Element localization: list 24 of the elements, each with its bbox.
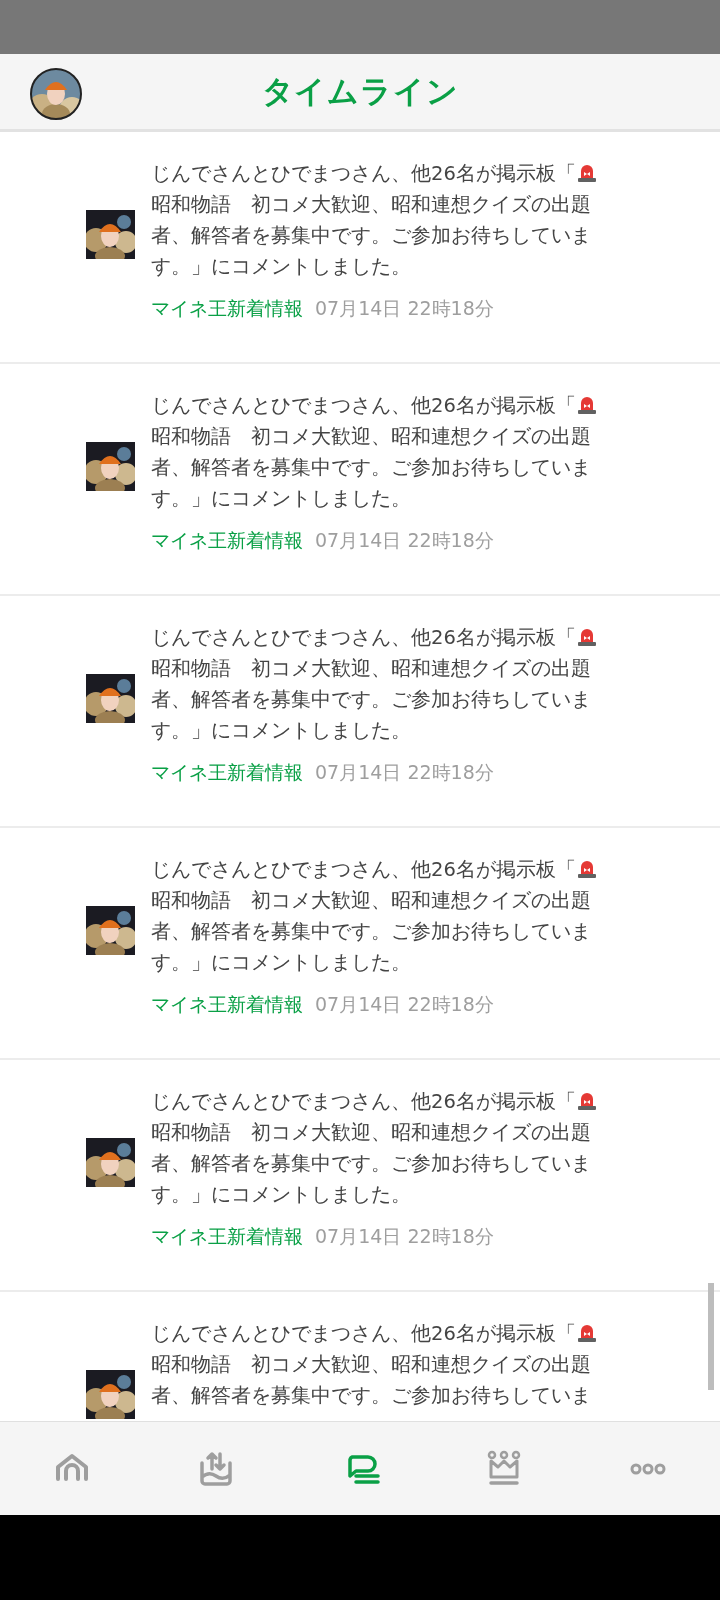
- timestamp: 07月14日 22時18分: [315, 528, 494, 553]
- timestamp: 07月14日 22時18分: [315, 296, 494, 321]
- post-text: 昭和物語 初コメ大歓迎、昭和連想クイズの出題者、解答者を募集中です。ご参加お待ちしていま: [151, 1353, 591, 1407]
- source-link[interactable]: マイネ王新着情報: [151, 990, 303, 1019]
- scrollbar[interactable]: [708, 1283, 714, 1390]
- post-text: 昭和物語 初コメ大歓迎、昭和連想クイズの出題者、解答者を募集中です。ご参加お待ちしています。」にコメントしました。: [151, 657, 591, 742]
- source-link[interactable]: マイネ王新着情報: [151, 1222, 303, 1251]
- post-text: じんでさんとひでまつさん、他26名が掲示板「: [151, 1322, 576, 1345]
- post-text: 昭和物語 初コメ大歓迎、昭和連想クイズの出題者、解答者を募集中です。ご参加お待ちしています。」にコメントしました。: [151, 889, 591, 974]
- timestamp: 07月14日 22時18分: [315, 1224, 494, 1249]
- post-text: じんでさんとひでまつさん、他26名が掲示板「: [151, 1090, 576, 1113]
- post-text: じんでさんとひでまつさん、他26名が掲示板「: [151, 858, 576, 881]
- post-text: 昭和物語 初コメ大歓迎、昭和連想クイズの出題者、解答者を募集中です。ご参加お待ちしています。」にコメントしました。: [151, 193, 591, 278]
- timestamp: 07月14日 22時18分: [315, 992, 494, 1017]
- source-link[interactable]: マイネ王新着情報: [151, 758, 303, 787]
- post-text: 昭和物語 初コメ大歓迎、昭和連想クイズの出題者、解答者を募集中です。ご参加お待ちしています。」にコメントしました。: [151, 425, 591, 510]
- source-link[interactable]: マイネ王新着情報: [151, 294, 303, 323]
- source-link[interactable]: マイネ王新着情報: [151, 526, 303, 555]
- post-text: じんでさんとひでまつさん、他26名が掲示板「: [151, 394, 576, 417]
- post-text: 昭和物語 初コメ大歓迎、昭和連想クイズの出題者、解答者を募集中です。ご参加お待ちしています。」にコメントしました。: [151, 1121, 591, 1206]
- timestamp: 07月14日 22時18分: [315, 760, 494, 785]
- post-text: じんでさんとひでまつさん、他26名が掲示板「: [151, 162, 576, 185]
- page-title: タイムライン: [261, 72, 459, 112]
- post-text: じんでさんとひでまつさん、他26名が掲示板「: [151, 626, 576, 649]
